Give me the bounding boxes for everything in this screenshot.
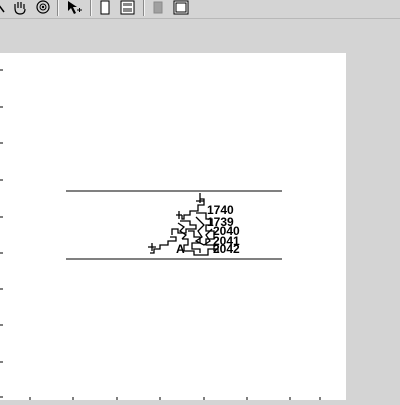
- toolbar-separator: [57, 0, 59, 16]
- toolbar: [0, 0, 400, 19]
- toolbar-spacer: [0, 19, 400, 52]
- label-2042: 2042: [213, 242, 240, 256]
- left-ruler-ticks: [0, 69, 3, 398]
- trajectory-plot: 1740 1739 2040 2041 2042 A: [0, 69, 321, 400]
- plot-canvas[interactable]: 1740 1739 2040 2041 2042 A: [0, 53, 346, 400]
- toolbar-separator: [143, 0, 145, 16]
- rotate-3d-icon[interactable]: [34, 0, 52, 16]
- zoom-tool-icon[interactable]: [0, 0, 8, 16]
- right-gray-pane: [346, 53, 400, 400]
- toolbar-separator: [90, 0, 92, 16]
- frame-window-icon[interactable]: [172, 0, 190, 16]
- label-a: A: [176, 242, 185, 256]
- page-single-icon[interactable]: [97, 0, 113, 16]
- gray-square-icon[interactable]: [150, 0, 166, 16]
- select-cursor-icon[interactable]: [64, 0, 84, 16]
- hand-pan-icon[interactable]: [10, 0, 30, 16]
- page-layout-icon[interactable]: [119, 0, 137, 16]
